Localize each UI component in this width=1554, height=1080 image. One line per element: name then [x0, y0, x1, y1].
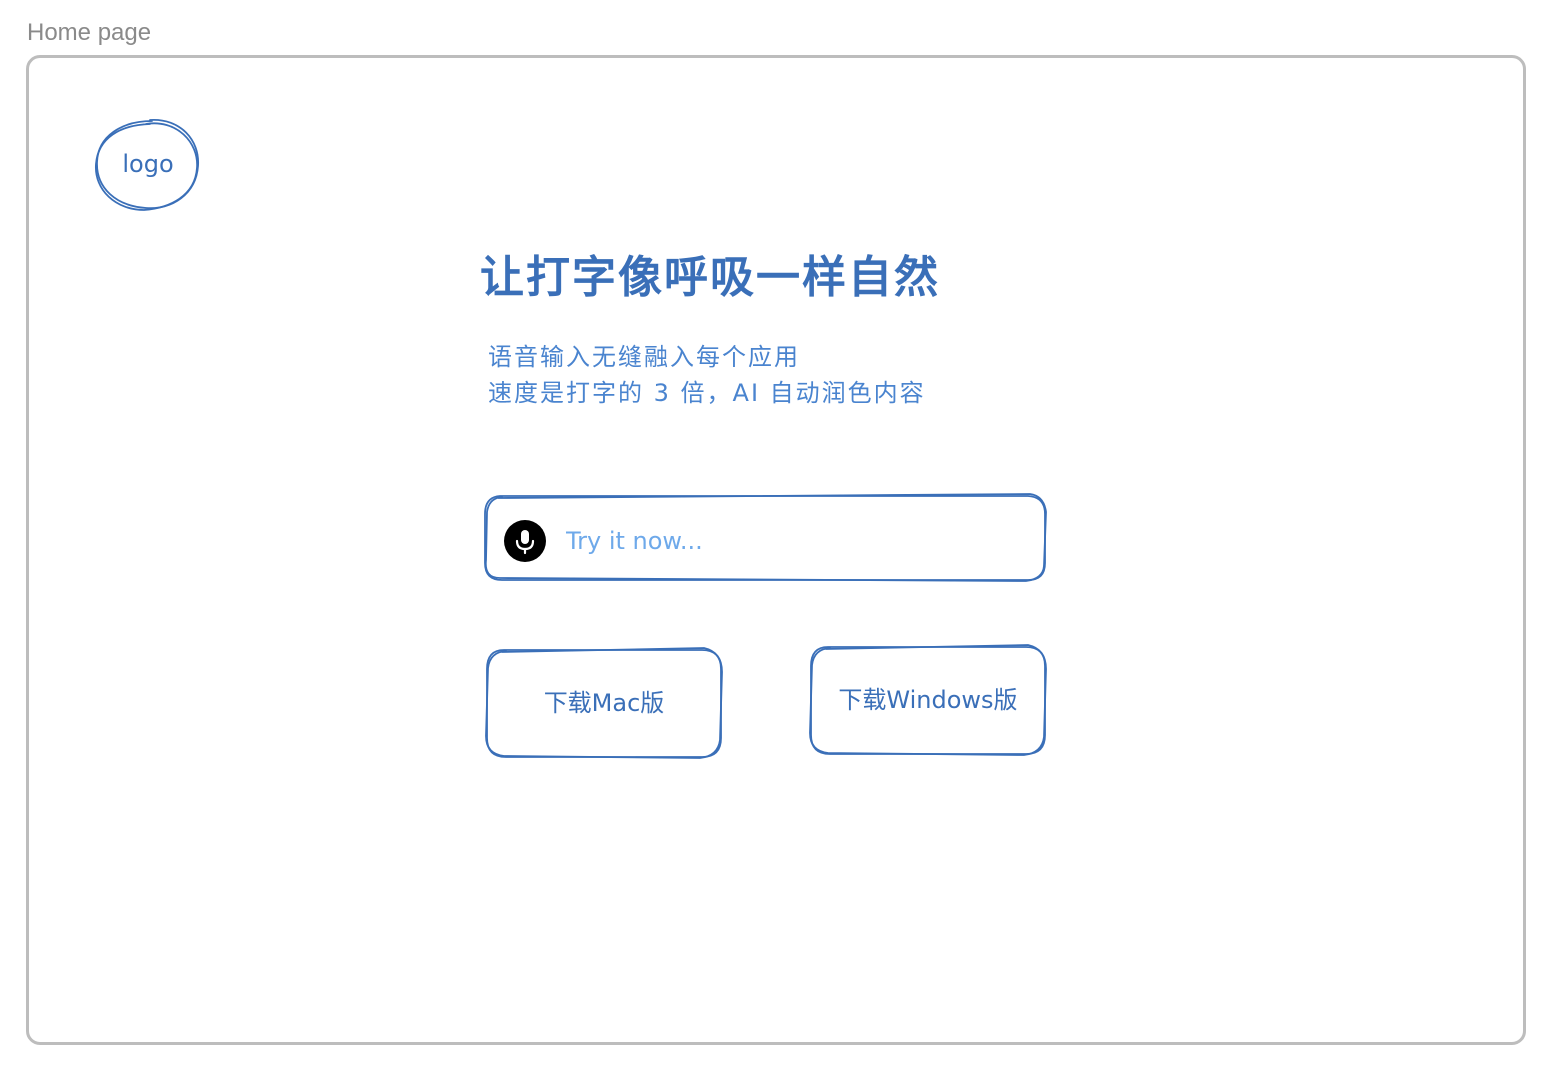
page-headline: 让打字像呼吸一样自然	[480, 252, 940, 303]
download-windows-button[interactable]: 下载Windows版	[810, 646, 1046, 754]
logo-text: logo	[122, 150, 174, 178]
download-mac-button[interactable]: 下载Mac版	[486, 649, 722, 757]
frame-label: Home page	[27, 19, 152, 46]
microphone-button[interactable]	[504, 520, 546, 562]
subheadline-line-2: 速度是打字的 3 倍，AI 自动润色内容	[488, 379, 926, 407]
try-it-input[interactable]	[562, 520, 1022, 562]
microphone-icon	[515, 530, 535, 555]
subheadline-line-1: 语音输入无缝融入每个应用	[488, 343, 800, 371]
